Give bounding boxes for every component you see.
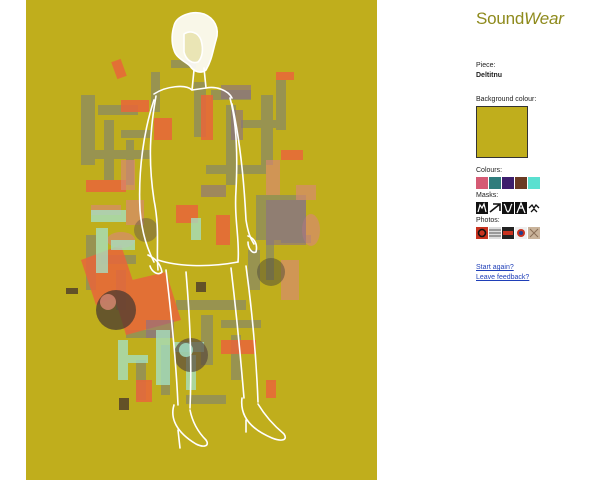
colour-swatch-pink[interactable] bbox=[476, 177, 488, 189]
mask-icon-splash[interactable] bbox=[502, 202, 514, 214]
start-again-link[interactable]: Start again? bbox=[476, 264, 514, 271]
photo-icon-target[interactable] bbox=[515, 227, 527, 239]
colours-label: Colours: bbox=[476, 167, 503, 174]
mask-icon-leaves[interactable] bbox=[515, 202, 527, 214]
photos-label: Photos: bbox=[476, 217, 500, 224]
leave-feedback-link[interactable]: Leave feedback? bbox=[476, 274, 529, 281]
background-colour-swatch[interactable] bbox=[476, 106, 528, 158]
photo-icon-bar[interactable] bbox=[502, 227, 514, 239]
artwork-svg bbox=[26, 0, 377, 480]
background-colour-label: Background colour: bbox=[476, 96, 537, 103]
photo-icon-ring[interactable] bbox=[476, 227, 488, 239]
piece-name: Deltitnu bbox=[476, 72, 503, 79]
piece-label: Piece: bbox=[476, 62, 496, 69]
logo-sound: Sound bbox=[476, 9, 525, 28]
control-panel: SoundWear Piece: Deltitnu Background col… bbox=[476, 0, 595, 480]
mask-icon-figure[interactable] bbox=[476, 202, 488, 214]
mask-thumbnails bbox=[476, 202, 540, 214]
artwork-canvas bbox=[26, 0, 377, 480]
colour-swatch-teal[interactable] bbox=[489, 177, 501, 189]
app-logo[interactable]: SoundWear bbox=[476, 9, 564, 29]
mask-icon-birds[interactable] bbox=[528, 202, 540, 214]
photo-icon-pattern[interactable] bbox=[489, 227, 501, 239]
photo-icon-grain[interactable] bbox=[528, 227, 540, 239]
colour-swatch-aqua[interactable] bbox=[528, 177, 540, 189]
masks-label: Masks: bbox=[476, 192, 499, 199]
colour-swatches bbox=[476, 177, 540, 189]
logo-wear: Wear bbox=[524, 9, 564, 28]
photo-thumbnails bbox=[476, 227, 540, 239]
mask-icon-arrows[interactable] bbox=[489, 202, 501, 214]
colour-swatch-purple[interactable] bbox=[502, 177, 514, 189]
colour-swatch-brown[interactable] bbox=[515, 177, 527, 189]
